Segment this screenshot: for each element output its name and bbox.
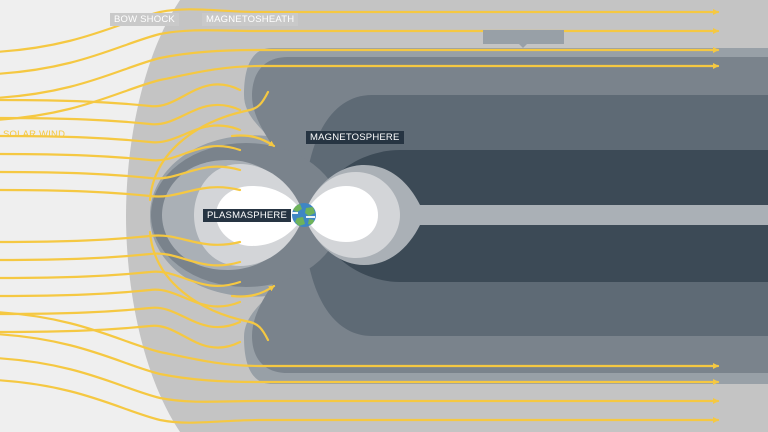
magnetosphere-diagram: BOW SHOCK MAGNETOSHEATH SOLAR WIND MAGNE… bbox=[0, 0, 768, 432]
bow-shock-label: BOW SHOCK bbox=[110, 13, 179, 26]
callout-box bbox=[483, 30, 564, 44]
magnetosphere-label: MAGNETOSPHERE bbox=[306, 131, 404, 144]
plasmasphere-label: PLASMASPHERE bbox=[203, 209, 292, 222]
diagram-canvas bbox=[0, 0, 768, 432]
solar-wind-label: SOLAR WIND bbox=[3, 129, 66, 140]
magnetosheath-label: MAGNETOSHEATH bbox=[202, 13, 299, 26]
callout-pointer bbox=[519, 44, 527, 48]
